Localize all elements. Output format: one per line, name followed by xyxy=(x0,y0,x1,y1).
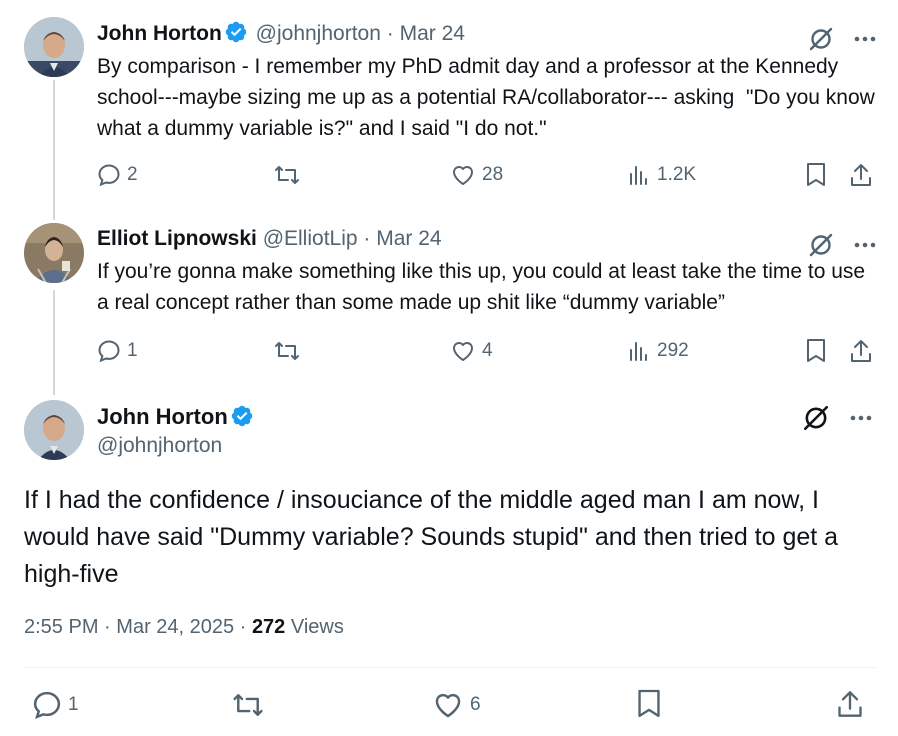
avatar[interactable] xyxy=(24,400,84,460)
reply-count: 1 xyxy=(68,694,79,715)
views-button[interactable]: 1.2K xyxy=(627,163,696,187)
tweet-date[interactable]: Mar 24, 2025 xyxy=(116,616,234,638)
bookmark-icon xyxy=(807,163,825,186)
views-button[interactable]: 292 xyxy=(627,339,689,363)
tweet-date[interactable]: Mar 24 xyxy=(376,227,441,250)
share-button[interactable] xyxy=(849,162,873,188)
share-icon xyxy=(851,164,871,186)
like-count: 6 xyxy=(470,694,481,715)
separator: · xyxy=(363,227,371,250)
divider xyxy=(24,667,876,668)
bookmark-button[interactable] xyxy=(805,338,827,364)
grok-icon[interactable] xyxy=(802,404,830,432)
share-button[interactable] xyxy=(836,688,864,720)
retweet-button[interactable] xyxy=(231,690,265,720)
reply-count: 1 xyxy=(127,340,138,361)
tweet-text: If you’re gonna make something like this… xyxy=(97,260,871,314)
retweet-icon xyxy=(233,694,263,716)
retweet-icon xyxy=(275,166,299,184)
author-name[interactable]: John Horton xyxy=(97,22,222,45)
author-handle[interactable]: @johnjhorton xyxy=(97,434,222,458)
retweet-button[interactable] xyxy=(273,339,307,363)
like-count: 28 xyxy=(482,164,504,185)
retweet-icon xyxy=(275,342,299,360)
analytics-icon xyxy=(630,166,647,185)
bookmark-button[interactable] xyxy=(805,162,827,188)
heart-icon xyxy=(435,693,461,718)
author-handle[interactable]: @johnjhorton xyxy=(256,22,381,45)
tweet-date[interactable]: Mar 24 xyxy=(400,22,465,45)
separator: · xyxy=(386,22,394,45)
reply-icon xyxy=(98,164,120,187)
share-button[interactable] xyxy=(849,338,873,364)
like-button[interactable]: 6 xyxy=(432,690,481,720)
bookmark-icon xyxy=(807,339,825,362)
like-button[interactable]: 28 xyxy=(450,163,503,187)
share-icon xyxy=(851,340,871,362)
verified-badge-icon xyxy=(230,404,254,428)
reply-button[interactable]: 1 xyxy=(32,690,79,720)
author-handle[interactable]: @ElliotLip xyxy=(263,227,358,250)
separator: · xyxy=(104,616,111,638)
grok-icon[interactable] xyxy=(808,232,834,258)
author-name[interactable]: John Horton xyxy=(97,404,228,429)
analytics-icon xyxy=(630,342,647,361)
author-name[interactable]: Elliot Lipnowski xyxy=(97,227,257,250)
like-count: 4 xyxy=(482,340,493,361)
reply-button[interactable]: 2 xyxy=(97,163,138,187)
bookmark-button[interactable] xyxy=(636,688,662,720)
views-label: Views xyxy=(290,616,344,638)
bookmark-icon xyxy=(638,689,660,717)
views-count: 272 xyxy=(251,616,286,638)
views-count: 1.2K xyxy=(657,164,697,185)
share-icon xyxy=(838,691,862,717)
heart-icon xyxy=(453,166,473,185)
reply-count: 2 xyxy=(127,164,138,185)
retweet-button[interactable] xyxy=(273,163,307,187)
tweet-meta: 2:55 PM · Mar 24, 2025 · 272 Views xyxy=(24,616,344,639)
tweet-text: If I had the confidence / insouciance of… xyxy=(24,486,839,588)
heart-icon xyxy=(453,342,473,361)
more-icon[interactable] xyxy=(850,415,872,421)
reply-icon xyxy=(98,340,120,363)
separator: · xyxy=(239,616,247,638)
verified-badge-icon xyxy=(224,20,248,44)
views-count: 292 xyxy=(657,340,689,361)
like-button[interactable]: 4 xyxy=(450,339,493,363)
more-icon[interactable] xyxy=(854,242,876,248)
reply-icon xyxy=(33,691,61,719)
more-icon[interactable] xyxy=(854,36,876,42)
reply-button[interactable]: 1 xyxy=(97,339,138,363)
tweet-time[interactable]: 2:55 PM xyxy=(24,616,98,638)
tweet-text: By comparison - I remember my PhD admit … xyxy=(97,55,881,140)
grok-icon[interactable] xyxy=(808,26,834,52)
